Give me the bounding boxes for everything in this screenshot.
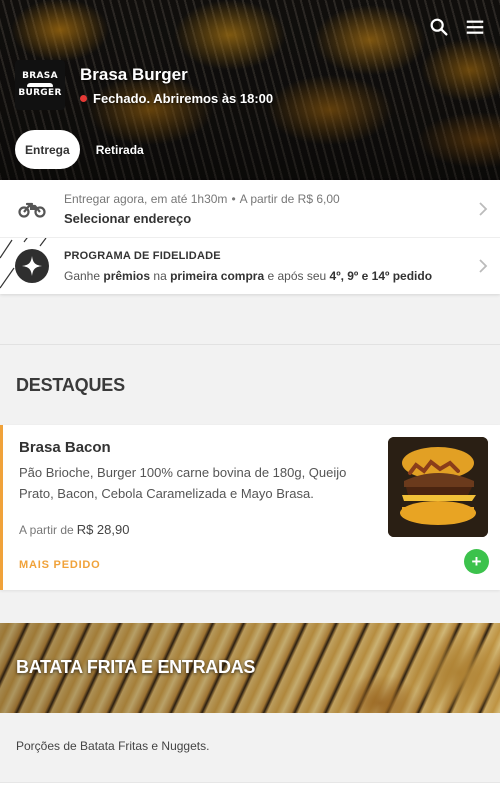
tab-entrega[interactable]: Entrega xyxy=(15,130,80,169)
loyalty-row[interactable]: PROGRAMA DE FIDELIDADE Ganhe prêmios na … xyxy=(0,237,500,294)
most-ordered-badge: MAIS PEDIDO xyxy=(19,559,101,571)
delivery-time-text: Entregar agora, em até 1h30m xyxy=(64,191,228,206)
store-brand: BRASA BURGER Brasa Burger Fechado. Abrir… xyxy=(15,60,273,110)
store-info: Brasa Burger Fechado. Abriremos às 18:00 xyxy=(80,65,273,106)
category-title: BATATA FRITA E ENTRADAS xyxy=(16,657,256,677)
chevron-right-icon xyxy=(479,201,488,216)
product-name: Brasa Bacon xyxy=(19,439,111,456)
loyalty-desc-part-2: na xyxy=(150,268,171,283)
product-price: A partir de R$ 28,90 xyxy=(19,522,129,537)
loyalty-desc-part-1: Ganhe xyxy=(64,268,104,283)
motorcycle-icon xyxy=(18,202,46,218)
product-description: Pão Brioche, Burger 100% carne bovina de… xyxy=(19,465,347,501)
loyalty-badge xyxy=(15,249,49,283)
select-address-label: Selecionar endereço xyxy=(64,210,192,226)
store-info-card: Entregar agora, em até 1h30m • A partir de… xyxy=(0,180,500,294)
chevron-right-icon xyxy=(479,259,488,273)
loyalty-description: Ganhe prêmios na primeira compra e após … xyxy=(64,269,500,283)
delivery-separator: • xyxy=(231,191,236,206)
order-mode-tabs: Entrega Retirada xyxy=(15,130,154,169)
category-banner-batata[interactable]: BATATA FRITA E ENTRADAS xyxy=(0,623,500,713)
store-header-banner: BRASA BURGER Brasa Burger Fechado. Abrir… xyxy=(0,0,500,180)
section-divider xyxy=(0,344,500,345)
loyalty-desc-bold-3: 4º, 9º e 14º pedido xyxy=(329,268,433,283)
store-status-text: Fechado. Abriremos às 18:00 xyxy=(93,90,274,106)
category-description: Porções de Batata Fritas e Nuggets. xyxy=(16,739,210,753)
delivery-content: Entregar agora, em até 1h30m • A partir de… xyxy=(64,192,500,226)
store-name: Brasa Burger xyxy=(80,64,188,84)
add-to-cart-button[interactable]: + xyxy=(464,549,489,574)
sparkle-badge-icon xyxy=(22,256,42,276)
tab-retirada[interactable]: Retirada xyxy=(86,130,154,169)
search-icon[interactable] xyxy=(428,16,450,38)
header-actions xyxy=(428,16,486,38)
loyalty-lead xyxy=(0,238,64,294)
menu-icon[interactable] xyxy=(464,16,486,38)
store-status: Fechado. Abriremos às 18:00 xyxy=(80,91,273,106)
logo-burger-shape xyxy=(27,83,53,87)
next-item-strip xyxy=(0,782,500,791)
delivery-min-text: A partir de R$ 6,00 xyxy=(239,191,340,206)
logo-text-top: BRASA xyxy=(22,71,58,81)
status-dot-icon xyxy=(80,94,87,102)
highlights-title: DESTAQUES xyxy=(16,375,125,395)
burger-photo xyxy=(388,437,488,537)
store-logo: BRASA BURGER xyxy=(15,60,65,110)
delivery-lead xyxy=(0,180,64,237)
delivery-row[interactable]: Entregar agora, em até 1h30m • A partir de… xyxy=(0,180,500,237)
loyalty-title: PROGRAMA DE FIDELIDADE xyxy=(64,249,221,262)
loyalty-desc-part-3: e após seu xyxy=(264,268,330,283)
loyalty-desc-bold-2: primeira compra xyxy=(170,268,265,283)
delivery-time-line: Entregar agora, em até 1h30m • A partir de… xyxy=(64,192,500,206)
product-card-brasa-bacon[interactable]: Brasa Bacon Pão Brioche, Burger 100% car… xyxy=(0,425,500,590)
price-value: R$ 28,90 xyxy=(76,522,130,537)
logo-text-bottom: BURGER xyxy=(18,88,62,98)
loyalty-content: PROGRAMA DE FIDELIDADE Ganhe prêmios na … xyxy=(64,250,500,283)
price-prefix: A partir de xyxy=(19,523,74,537)
product-image xyxy=(388,437,488,537)
loyalty-desc-bold-1: prêmios xyxy=(103,268,151,283)
